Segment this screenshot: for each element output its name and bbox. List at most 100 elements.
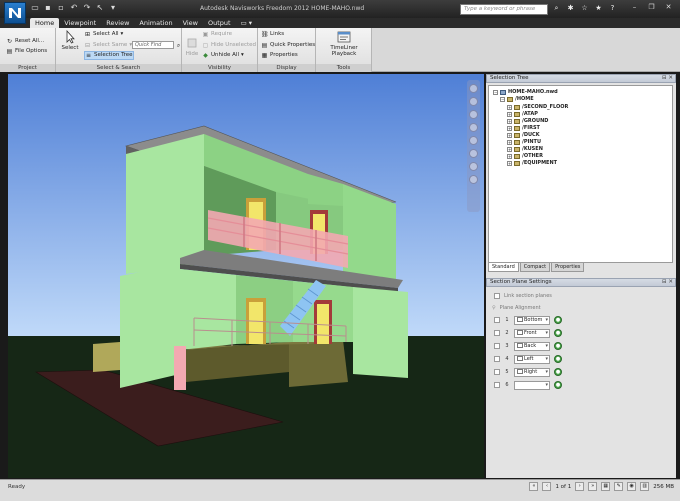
steering-wheel-icon[interactable] [469, 84, 478, 93]
previous-sheet-icon[interactable]: ‹ [542, 482, 552, 491]
focus-icon[interactable] [469, 162, 478, 171]
tree-node-root[interactable]: − HOME-MAHO.nwd [493, 89, 558, 96]
links-button[interactable]: ⛓ Links [261, 30, 284, 39]
undo-icon[interactable]: ↶ [69, 3, 79, 13]
collapse-icon[interactable]: − [493, 90, 498, 95]
qat-dropdown-icon[interactable]: ▾ [108, 3, 118, 13]
nav-menu-icon[interactable] [469, 175, 478, 184]
3d-viewport[interactable] [8, 74, 484, 478]
quick-properties-button[interactable]: ▤ Quick Properties [261, 41, 315, 50]
orbit-icon[interactable] [469, 123, 478, 132]
tree-node-layer[interactable]: + /OTHER [507, 153, 543, 160]
search-icon[interactable]: ⌕ [552, 3, 561, 14]
apply-plane-icon[interactable]: ● [554, 316, 562, 324]
help-icon[interactable]: ? [608, 3, 617, 14]
tab-view[interactable]: View [178, 18, 203, 28]
apply-plane-icon[interactable]: ● [554, 381, 562, 389]
require-button[interactable]: ▣ Require [202, 30, 232, 39]
tree-node-layer[interactable]: + /EQUIPMENT [507, 160, 557, 167]
select-same-button[interactable]: ⊟ Select Same ▾ [84, 41, 132, 50]
expand-icon[interactable]: + [507, 161, 512, 166]
plane-enable-checkbox[interactable] [494, 343, 500, 349]
tab-standard[interactable]: Standard [488, 263, 519, 272]
plane-alignment-select[interactable]: Back [514, 341, 550, 351]
tab-compact[interactable]: Compact [519, 263, 551, 272]
tree-node-layer[interactable]: + /SECOND_FLOOR [507, 104, 568, 111]
zoom-icon[interactable] [469, 110, 478, 119]
tab-animation[interactable]: Animation [134, 18, 177, 28]
plane-alignment-select[interactable]: Front [514, 328, 550, 338]
favorites-icon[interactable]: ★ [594, 3, 603, 14]
tab-extra-dropdown[interactable]: ▭ ▾ [236, 18, 257, 28]
select-all-button[interactable]: ⊞ Select All ▾ [84, 30, 123, 39]
expand-icon[interactable]: + [507, 112, 512, 117]
collapse-icon[interactable]: − [500, 97, 505, 102]
plane-enable-checkbox[interactable] [494, 356, 500, 362]
plane-enable-checkbox[interactable] [494, 330, 500, 336]
selection-tree-list[interactable]: − HOME-MAHO.nwd − /HOME + /SECOND_FLOOR … [488, 85, 673, 263]
tab-home[interactable]: Home [30, 18, 60, 28]
expand-icon[interactable]: + [507, 119, 512, 124]
expand-icon[interactable]: + [507, 154, 512, 159]
redo-icon[interactable]: ↷ [82, 3, 92, 13]
application-menu-button[interactable] [4, 2, 26, 24]
plane-enable-checkbox[interactable] [494, 369, 500, 375]
select-icon[interactable]: ↖ [95, 3, 105, 13]
disk-icon[interactable]: ◉ [627, 482, 637, 491]
plane-alignment-select[interactable]: Bottom [514, 315, 550, 325]
reset-all-button[interactable]: ↻ Reset All... [6, 37, 44, 46]
expand-icon[interactable]: + [507, 126, 512, 131]
timeliner-playback-button[interactable]: TimeLiner Playback [318, 30, 370, 57]
walk-icon[interactable] [469, 149, 478, 158]
apply-plane-icon[interactable]: ● [554, 355, 562, 363]
link-section-planes-checkbox[interactable] [494, 293, 500, 299]
help-search-input[interactable]: Type a keyword or phrase [460, 4, 548, 15]
open-icon[interactable]: ▭ [30, 3, 40, 13]
plane-alignment-select[interactable] [514, 380, 550, 390]
tree-node-layer[interactable]: + /ATAP [507, 111, 538, 118]
properties-button[interactable]: ▦ Properties [261, 51, 298, 60]
next-sheet-icon[interactable]: › [575, 482, 585, 491]
tab-output[interactable]: Output [203, 18, 236, 28]
tree-node-layer[interactable]: + /PINTU [507, 139, 541, 146]
quick-find-button[interactable]: ⌕ [175, 41, 182, 50]
hide-button[interactable]: Hide [184, 36, 200, 57]
pan-icon[interactable] [469, 97, 478, 106]
quick-find-input[interactable]: Quick Find [132, 41, 174, 49]
file-options-button[interactable]: ▤ File Options [6, 47, 48, 56]
tree-node-layer[interactable]: + /FIRST [507, 125, 540, 132]
tree-node-home[interactable]: − /HOME [500, 96, 534, 103]
last-sheet-icon[interactable]: » [588, 482, 598, 491]
expand-icon[interactable]: + [507, 133, 512, 138]
tab-viewpoint[interactable]: Viewpoint [59, 18, 101, 28]
apply-plane-icon[interactable]: ● [554, 342, 562, 350]
pane-pin-close-icon[interactable]: ⊟ ✕ [662, 75, 673, 82]
tree-node-layer[interactable]: + /GROUND [507, 118, 548, 125]
memory-icon[interactable]: ▥ [640, 482, 650, 491]
communication-icon[interactable]: ☆ [580, 3, 589, 14]
look-icon[interactable] [469, 136, 478, 145]
expand-icon[interactable]: + [507, 105, 512, 110]
tab-properties[interactable]: Properties [551, 263, 585, 272]
apply-plane-icon[interactable]: ● [554, 368, 562, 376]
pencil-icon[interactable]: ✎ [614, 482, 624, 491]
tree-node-layer[interactable]: + /KUSEN [507, 146, 543, 153]
plane-alignment-select[interactable]: Left [514, 354, 550, 364]
apply-plane-icon[interactable]: ● [554, 329, 562, 337]
save-icon[interactable]: ▪ [43, 3, 53, 13]
close-icon[interactable]: ✕ [661, 2, 676, 13]
tree-node-layer[interactable]: + /DUCK [507, 132, 540, 139]
print-icon[interactable]: ▫ [56, 3, 66, 13]
plane-alignment-select[interactable]: Right [514, 367, 550, 377]
plane-enable-checkbox[interactable] [494, 382, 500, 388]
tab-review[interactable]: Review [101, 18, 134, 28]
sheet-browser-icon[interactable]: ▦ [601, 482, 611, 491]
first-sheet-icon[interactable]: « [529, 482, 539, 491]
minimize-icon[interactable]: – [627, 2, 642, 13]
subscription-icon[interactable]: ✱ [566, 3, 575, 14]
selection-tree-button[interactable]: ≡ Selection Tree [84, 51, 134, 60]
expand-icon[interactable]: + [507, 147, 512, 152]
hide-unselected-button[interactable]: ▢ Hide Unselected [202, 41, 256, 50]
expand-icon[interactable]: + [507, 140, 512, 145]
plane-enable-checkbox[interactable] [494, 317, 500, 323]
